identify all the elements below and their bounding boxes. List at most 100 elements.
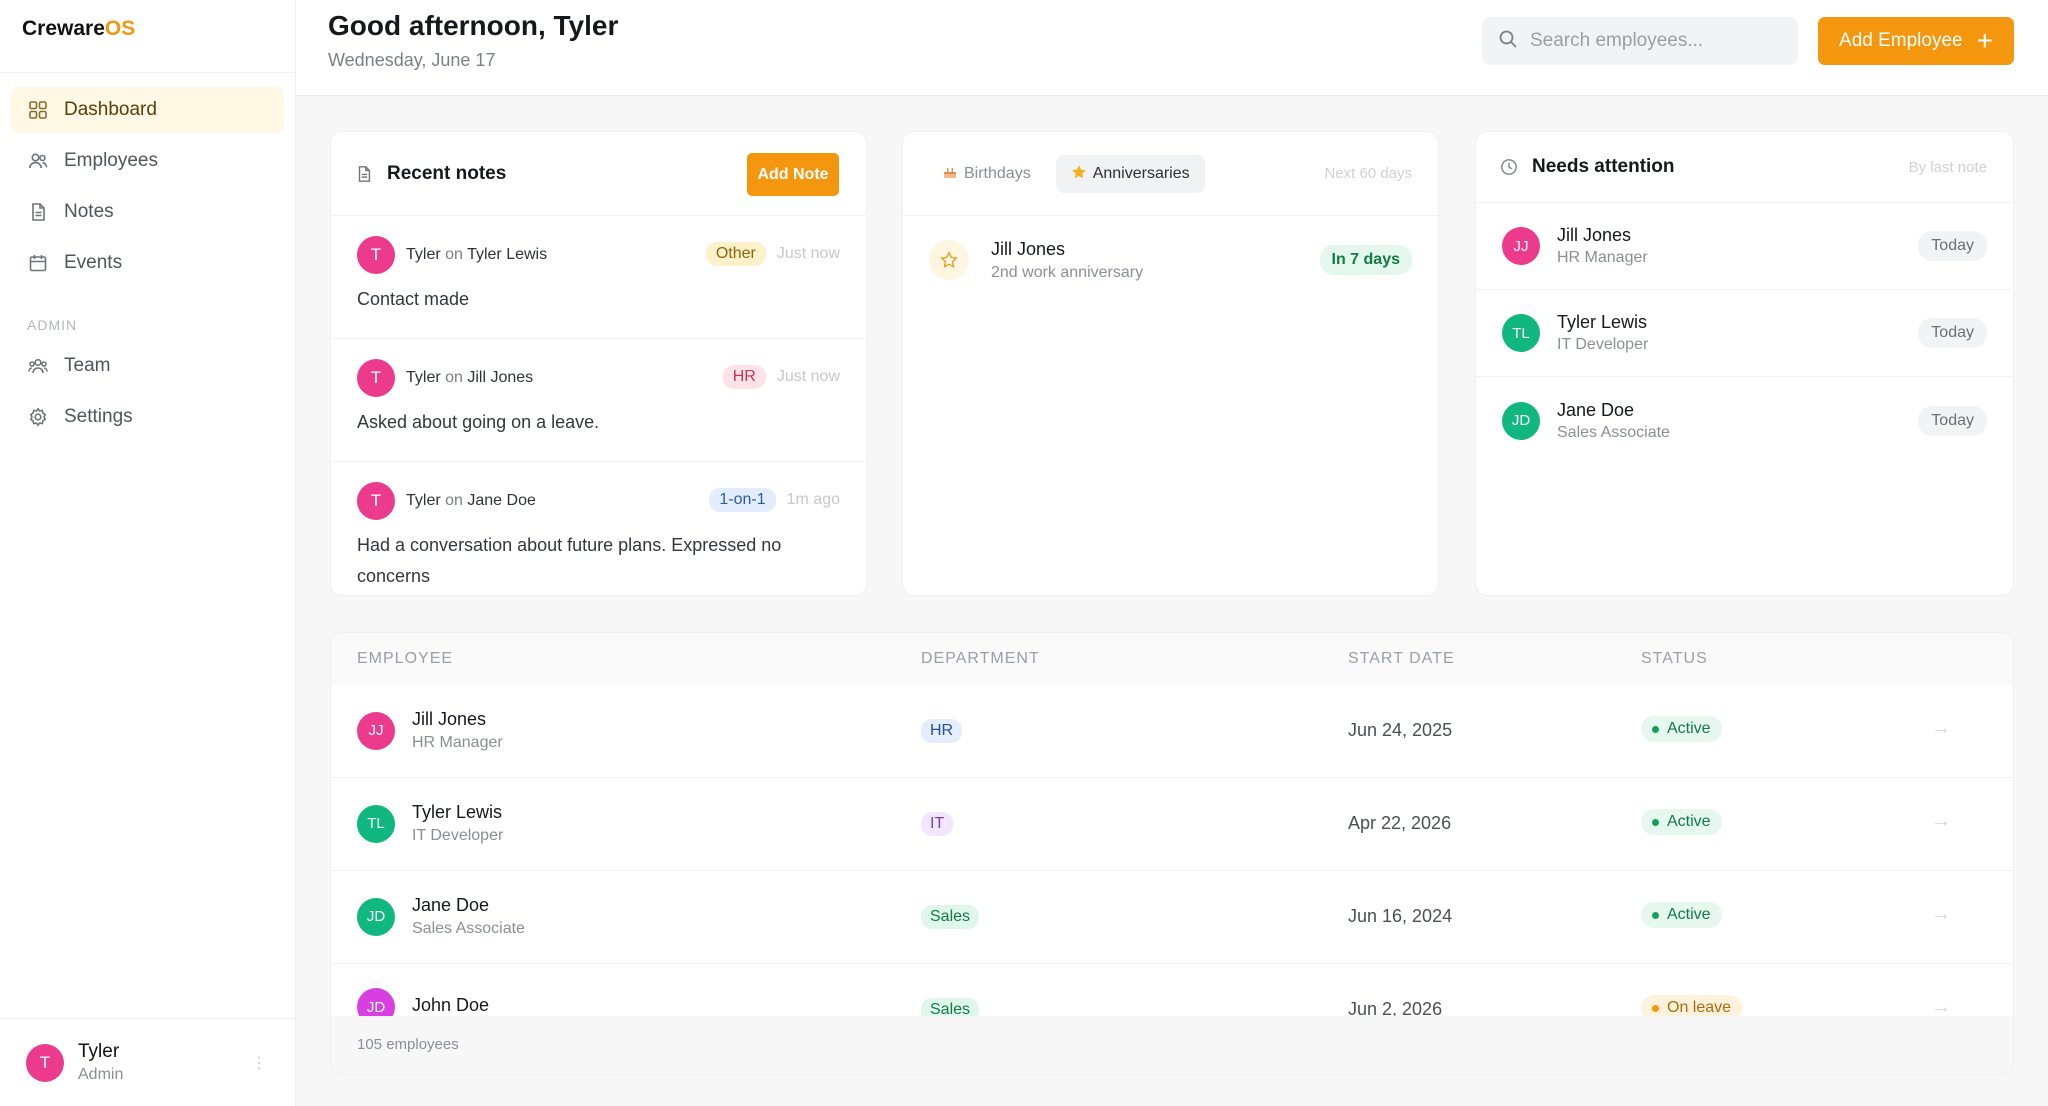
attention-name: Tyler Lewis bbox=[1557, 312, 1648, 332]
last-note-badge: Today bbox=[1918, 318, 1987, 348]
current-user[interactable]: T Tyler Admin ⋮ bbox=[0, 1018, 296, 1106]
start-date: Apr 22, 2026 bbox=[1348, 813, 1452, 833]
note-byline: Tyler on Tyler Lewis bbox=[406, 246, 547, 264]
tab-birthdays[interactable]: Birthdays bbox=[927, 155, 1046, 193]
arrow-right-icon[interactable]: → bbox=[1931, 810, 1951, 833]
sidebar-item-label: Dashboard bbox=[64, 99, 157, 120]
brand-logo[interactable]: CrewareOS bbox=[0, 0, 295, 73]
status-label: On leave bbox=[1667, 999, 1732, 1016]
attention-role: HR Manager bbox=[1557, 249, 1648, 266]
status-badge: Active bbox=[1641, 716, 1722, 742]
status-label: Active bbox=[1667, 813, 1711, 830]
sidebar-item-team[interactable]: Team bbox=[11, 343, 284, 389]
dashboard-icon bbox=[27, 99, 49, 121]
tab-label: Birthdays bbox=[964, 164, 1031, 182]
last-note-badge: Today bbox=[1918, 231, 1987, 261]
note-author: Tyler bbox=[406, 369, 441, 386]
card-title: Recent notes bbox=[387, 162, 507, 184]
avatar: T bbox=[26, 1043, 64, 1082]
employee-role: IT Developer bbox=[412, 827, 504, 844]
avatar: JD bbox=[1502, 401, 1540, 440]
plus-icon: + bbox=[1976, 25, 1993, 56]
note-on: on bbox=[445, 246, 463, 263]
card-title: Needs attention bbox=[1532, 156, 1675, 177]
sidebar-item-notes[interactable]: Notes bbox=[11, 189, 284, 235]
note-time: Just now bbox=[776, 368, 840, 385]
department-badge: HR bbox=[921, 719, 963, 743]
search-box[interactable] bbox=[1482, 17, 1798, 65]
column-header-start-date[interactable]: START DATE bbox=[1348, 650, 1455, 668]
user-role: Admin bbox=[78, 1066, 124, 1083]
arrow-right-icon[interactable]: → bbox=[1931, 717, 1951, 740]
note-item[interactable]: T Tyler on Jill Jones HR Just now Asked … bbox=[331, 339, 866, 462]
note-subject: Tyler Lewis bbox=[467, 246, 548, 263]
employee-cell: JJ Jill Jones HR Manager bbox=[357, 709, 503, 752]
employee-role: HR Manager bbox=[412, 734, 503, 751]
card-header: Recent notes Add Note bbox=[331, 132, 866, 216]
note-subject: Jill Jones bbox=[467, 369, 534, 386]
avatar: T bbox=[357, 236, 395, 274]
add-employee-label: Add Employee bbox=[1839, 30, 1963, 51]
table-row[interactable]: JD Jane Doe Sales Associate Sales Jun 16… bbox=[331, 871, 2013, 964]
brand-accent: OS bbox=[104, 17, 136, 40]
note-item[interactable]: T Tyler on Jane Doe 1-on-1 1m ago Had a … bbox=[331, 462, 866, 592]
events-card: Birthdays Anniversaries Next 60 days Jil… bbox=[902, 131, 1439, 596]
column-header-status[interactable]: STATUS bbox=[1641, 650, 1708, 668]
sidebar-item-dashboard[interactable]: Dashboard bbox=[11, 87, 284, 133]
avatar: T bbox=[357, 482, 395, 520]
sidebar-item-label: Events bbox=[64, 252, 123, 273]
sidebar-item-events[interactable]: Events bbox=[11, 240, 284, 286]
add-note-button[interactable]: Add Note bbox=[747, 153, 839, 196]
more-options-icon[interactable]: ⋮ bbox=[251, 1053, 267, 1073]
sidebar-item-employees[interactable]: Employees bbox=[11, 138, 284, 184]
search-input[interactable] bbox=[1530, 30, 1780, 52]
status-label: Active bbox=[1667, 906, 1711, 923]
attention-name: Jane Doe bbox=[1557, 399, 1635, 420]
attention-item[interactable]: TL Tyler Lewis IT Developer Today bbox=[1476, 290, 2013, 377]
employee-cell: TL Tyler Lewis IT Developer bbox=[357, 802, 503, 845]
start-date: Jun 16, 2024 bbox=[1348, 906, 1453, 926]
note-tag: 1-on-1 bbox=[709, 488, 776, 512]
sidebar-item-label: Settings bbox=[64, 406, 133, 427]
user-name: Tyler bbox=[78, 1041, 120, 1062]
cake-icon bbox=[942, 164, 958, 184]
attention-role: IT Developer bbox=[1557, 336, 1649, 353]
attention-name: Jill Jones bbox=[1557, 225, 1632, 245]
search-icon bbox=[1498, 29, 1518, 54]
attention-item[interactable]: JD Jane Doe Sales Associate Today bbox=[1476, 377, 2013, 464]
arrow-right-icon[interactable]: → bbox=[1931, 903, 1951, 926]
employee-cell: JD Jane Doe Sales Associate bbox=[357, 895, 525, 938]
note-text: Asked about going on a leave. bbox=[357, 412, 600, 432]
avatar: JJ bbox=[357, 711, 395, 750]
note-byline: Tyler on Jane Doe bbox=[406, 492, 536, 510]
add-employee-button[interactable]: Add Employee + bbox=[1818, 17, 2014, 65]
page-title: Good afternoon, Tyler bbox=[328, 10, 619, 41]
column-header-department[interactable]: DEPARTMENT bbox=[921, 650, 1040, 668]
attention-item[interactable]: JJ Jill Jones HR Manager Today bbox=[1476, 203, 2013, 290]
table-row[interactable]: TL Tyler Lewis IT Developer IT Apr 22, 2… bbox=[331, 778, 2013, 871]
avatar: TL bbox=[1502, 314, 1540, 352]
attention-info: Jane Doe Sales Associate bbox=[1557, 400, 1670, 442]
status-label: Active bbox=[1667, 720, 1711, 737]
note-text: Had a conversation about future plans. E… bbox=[357, 535, 782, 586]
note-tag: Other bbox=[705, 242, 766, 266]
note-author: Tyler bbox=[406, 246, 441, 263]
event-name: Jill Jones bbox=[991, 238, 1066, 259]
avatar: TL bbox=[357, 804, 395, 843]
document-icon bbox=[27, 201, 49, 223]
status-badge: Active bbox=[1641, 902, 1722, 928]
users-icon bbox=[27, 150, 49, 172]
event-subtitle: 2nd work anniversary bbox=[991, 263, 1144, 281]
column-header-employee[interactable]: EMPLOYEE bbox=[357, 650, 453, 668]
sidebar-item-label: Team bbox=[64, 355, 111, 376]
event-item[interactable]: Jill Jones 2nd work anniversary In 7 day… bbox=[903, 216, 1438, 304]
table-row[interactable]: JJ Jill Jones HR Manager HR Jun 24, 2025… bbox=[331, 685, 2013, 778]
star-icon bbox=[929, 240, 969, 280]
card-header: Birthdays Anniversaries Next 60 days bbox=[903, 132, 1438, 216]
note-time: 1m ago bbox=[786, 491, 840, 508]
tab-anniversaries[interactable]: Anniversaries bbox=[1055, 154, 1205, 193]
avatar: JD bbox=[357, 897, 395, 936]
note-item[interactable]: T Tyler on Tyler Lewis Other Just now Co… bbox=[331, 216, 866, 339]
event-info: Jill Jones 2nd work anniversary bbox=[991, 239, 1143, 282]
sidebar-item-settings[interactable]: Settings bbox=[11, 394, 284, 440]
